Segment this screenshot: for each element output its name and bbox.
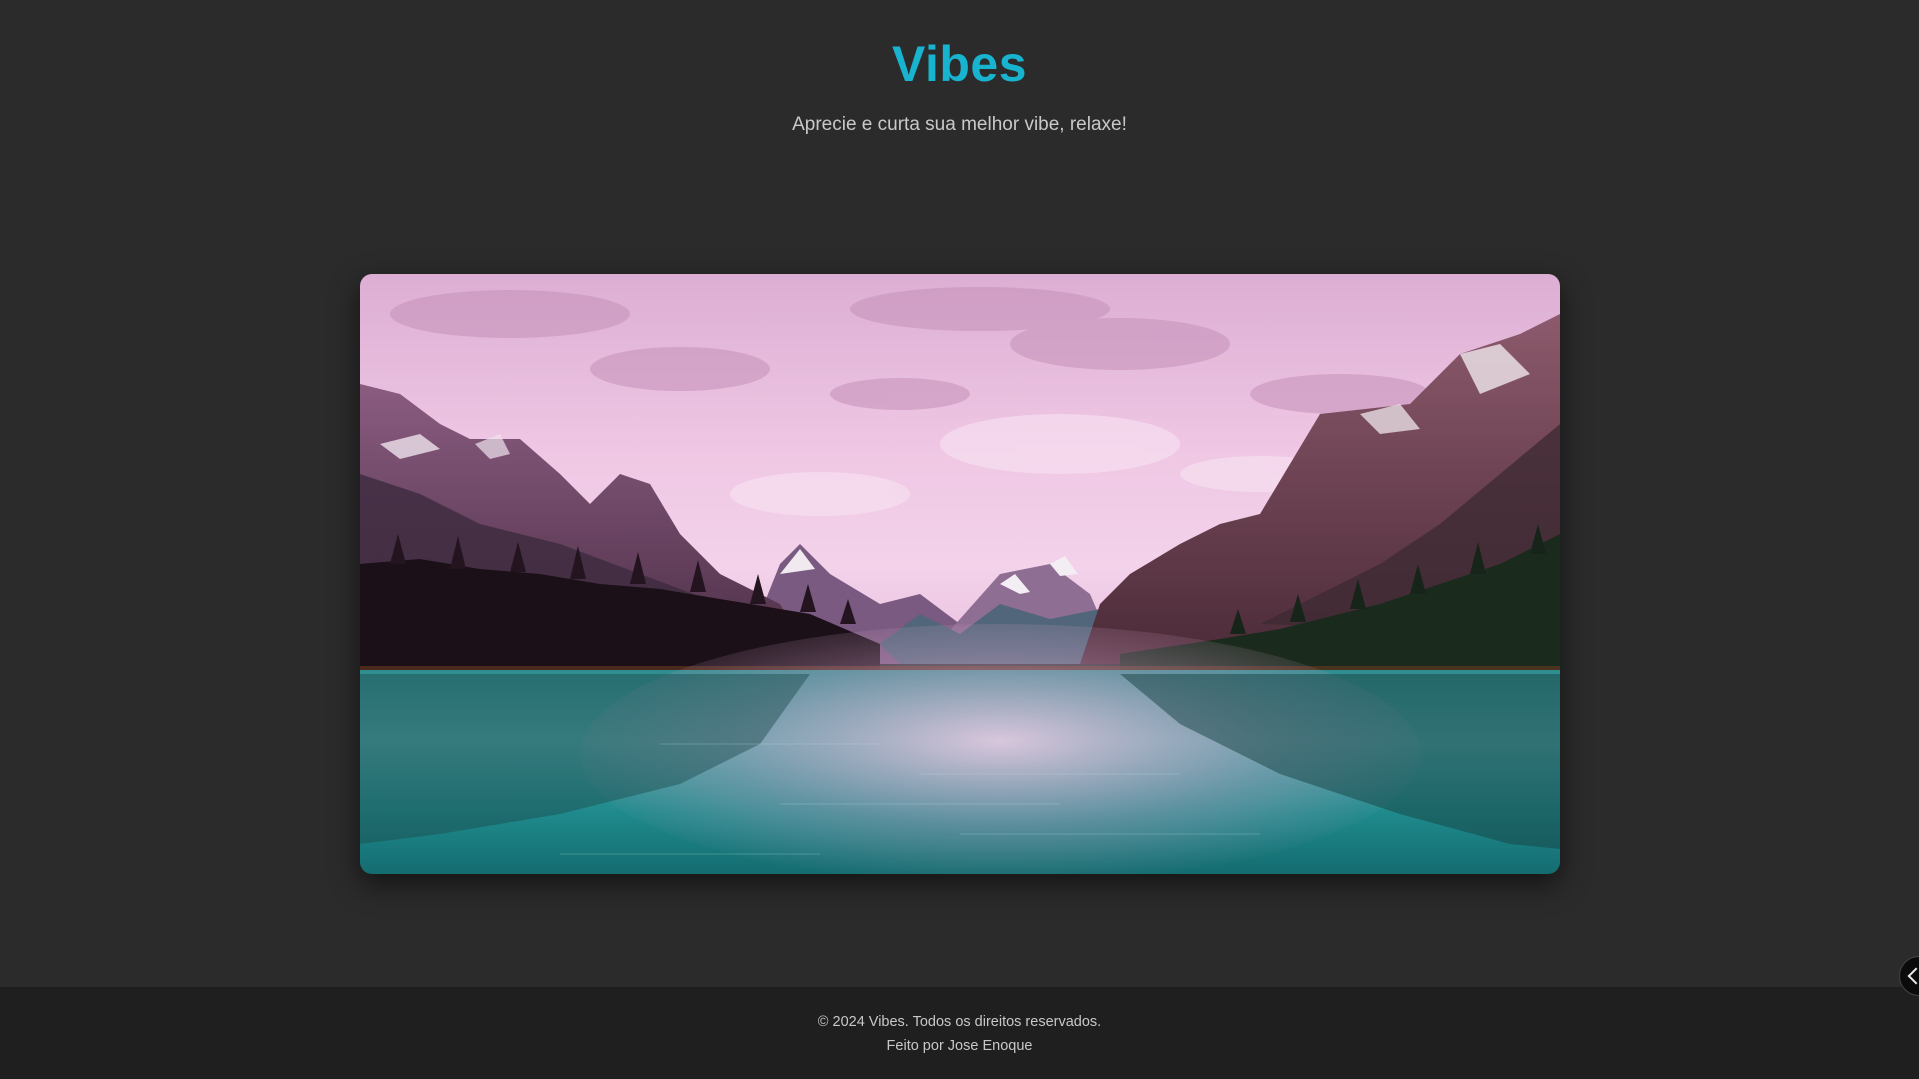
chevron-left-icon (1907, 967, 1919, 985)
hero-image (360, 274, 1560, 874)
site-footer: © 2024 Vibes. Todos os direitos reservad… (0, 987, 1919, 1079)
page: Vibes Aprecie e curta sua melhor vibe, r… (0, 0, 1919, 1079)
page-subtitle: Aprecie e curta sua melhor vibe, relaxe! (792, 114, 1127, 135)
credit-text: Feito por Jose Enoque (886, 1038, 1033, 1054)
copyright-text: © 2024 Vibes. Todos os direitos reservad… (817, 1014, 1102, 1030)
site-header: Vibes Aprecie e curta sua melhor vibe, r… (0, 0, 1919, 136)
page-title: Vibes (892, 36, 1027, 92)
